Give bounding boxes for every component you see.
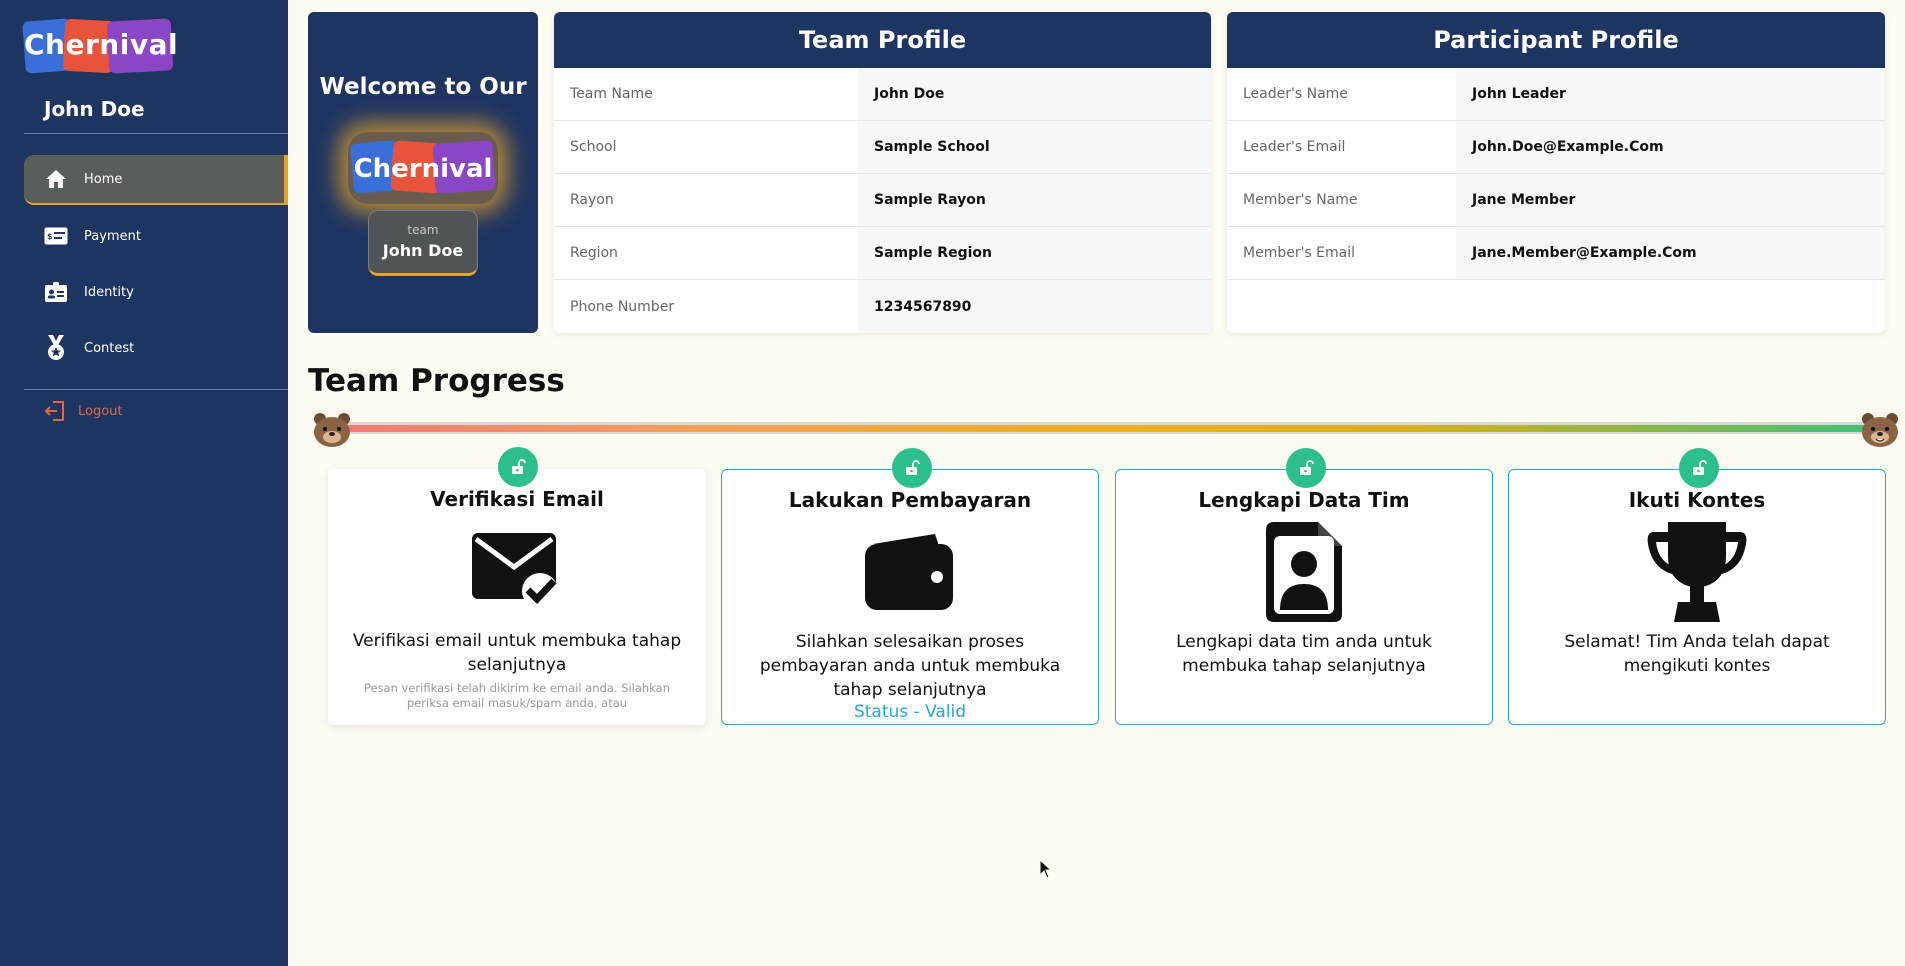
sidebar-divider	[24, 389, 288, 390]
step-title: Ikuti Kontes	[1628, 488, 1766, 512]
sidebar-username: John Doe	[44, 97, 145, 121]
bear-mascot-end-icon	[1862, 413, 1898, 447]
sidebar-item-label: Home	[84, 171, 123, 187]
welcome-card: Welcome to Our Chernival team John Doe	[308, 12, 538, 333]
wallet-icon	[722, 522, 1098, 622]
table-row: Team Name John Doe	[554, 68, 1211, 121]
brand-logo-text: Chernival	[24, 28, 179, 61]
step-card-payment: Lakukan Pembayaran Silahkan selesaikan p…	[721, 448, 1099, 725]
home-icon	[44, 167, 68, 191]
row-key: Leader's Name	[1227, 68, 1456, 120]
brand-logo[interactable]: Chernival	[22, 18, 179, 74]
table-row: Member's Name Jane Member	[1227, 174, 1885, 227]
logout-label: Logout	[78, 403, 123, 419]
row-value: Sample School	[858, 121, 1211, 173]
sidebar-item-label: Contest	[84, 340, 135, 356]
email-check-icon	[328, 521, 706, 621]
row-key: Member's Name	[1227, 174, 1456, 226]
team-badge: team John Doe	[368, 210, 478, 276]
step-card-verify-email: Verifikasi Email Verifikasi email untuk …	[328, 447, 706, 725]
row-key: Member's Email	[1227, 227, 1456, 279]
step-title: Lengkapi Data Tim	[1198, 488, 1410, 512]
step-card-contest: Ikuti Kontes Selamat! Tim Anda telah dap…	[1508, 448, 1886, 725]
step-card-team-data: Lengkapi Data Tim Lengkapi data tim anda…	[1115, 448, 1493, 725]
table-row: Rayon Sample Rayon	[554, 174, 1211, 227]
table-row: School Sample School	[554, 121, 1211, 174]
row-value: John.Doe@Example.Com	[1456, 121, 1885, 173]
team-progress-fill	[322, 425, 1880, 432]
sidebar: Chernival John Doe Home $ Payment Identi…	[0, 0, 288, 966]
sidebar-divider	[24, 133, 288, 134]
step-description: Selamat! Tim Anda telah dapat mengikuti …	[1564, 632, 1830, 676]
row-value: Sample Region	[858, 227, 1211, 279]
row-key: Leader's Email	[1227, 121, 1456, 173]
row-value: Jane Member	[1456, 174, 1885, 226]
step-title: Verifikasi Email	[430, 487, 604, 511]
step-description: Lengkapi data tim anda untuk membuka tah…	[1176, 632, 1432, 676]
medal-icon	[44, 335, 68, 360]
step-title: Lakukan Pembayaran	[788, 488, 1032, 512]
table-row: Leader's Name John Leader	[1227, 68, 1885, 121]
row-key: Phone Number	[554, 280, 858, 333]
row-value: John Doe	[858, 68, 1211, 120]
table-row: Member's Email Jane.Member@Example.Com	[1227, 227, 1885, 280]
team-profile-card: Team Profile Team Name John Doe School Sam…	[554, 12, 1211, 333]
user-document-icon	[1116, 522, 1492, 622]
sidebar-item-identity[interactable]: Identity	[24, 267, 288, 317]
svg-text:$: $	[47, 232, 53, 241]
row-key: Team Name	[554, 68, 858, 120]
row-value: Jane.Member@Example.Com	[1456, 227, 1885, 279]
sidebar-item-label: Identity	[84, 284, 134, 300]
step-description: Silahkan selesaikan proses pembayaran an…	[759, 632, 1061, 700]
table-row: Region Sample Region	[554, 227, 1211, 280]
row-key: School	[554, 121, 858, 173]
unlocked-icon	[1286, 448, 1326, 488]
team-profile-title: Team Profile	[554, 12, 1211, 68]
row-key: Region	[554, 227, 858, 279]
row-key: Rayon	[554, 174, 858, 226]
team-badge-name: John Doe	[382, 241, 464, 260]
participant-profile-card: Participant Profile Leader's Name John Le…	[1227, 12, 1885, 333]
table-row: Phone Number 1234567890	[554, 280, 1211, 333]
unlocked-icon	[498, 447, 538, 487]
row-value: John Leader	[1456, 68, 1885, 120]
row-value: 1234567890	[858, 280, 1211, 333]
sidebar-item-payment[interactable]: $ Payment	[24, 211, 288, 261]
sidebar-item-home[interactable]: Home	[24, 155, 288, 205]
welcome-logo: Chernival	[348, 132, 498, 204]
mouse-cursor-icon	[1039, 859, 1053, 879]
step-description: Verifikasi email untuk membuka tahap sel…	[352, 631, 682, 675]
logout-icon	[44, 400, 66, 422]
bear-mascot-start-icon	[314, 413, 350, 447]
team-progress-title: Team Progress	[308, 363, 565, 399]
step-note: Pesan verifikasi telah dikirim ke email …	[363, 681, 671, 710]
trophy-icon	[1509, 522, 1885, 622]
welcome-title: Welcome to Our	[319, 74, 527, 100]
unlocked-icon	[1679, 448, 1719, 488]
sidebar-item-contest[interactable]: Contest	[24, 323, 288, 373]
payment-card-icon: $	[44, 224, 68, 248]
welcome-logo-text: Chernival	[353, 154, 493, 184]
row-value: Sample Rayon	[858, 174, 1211, 226]
unlocked-icon	[892, 448, 932, 488]
team-badge-label: team	[407, 223, 439, 237]
table-row: Leader's Email John.Doe@Example.Com	[1227, 121, 1885, 174]
team-progress-bar	[322, 422, 1880, 434]
sidebar-item-label: Payment	[84, 228, 141, 244]
participant-profile-title: Participant Profile	[1227, 12, 1885, 68]
id-card-icon	[44, 280, 68, 304]
logout-button[interactable]: Logout	[44, 400, 123, 422]
payment-status: Status - Valid	[853, 702, 967, 722]
